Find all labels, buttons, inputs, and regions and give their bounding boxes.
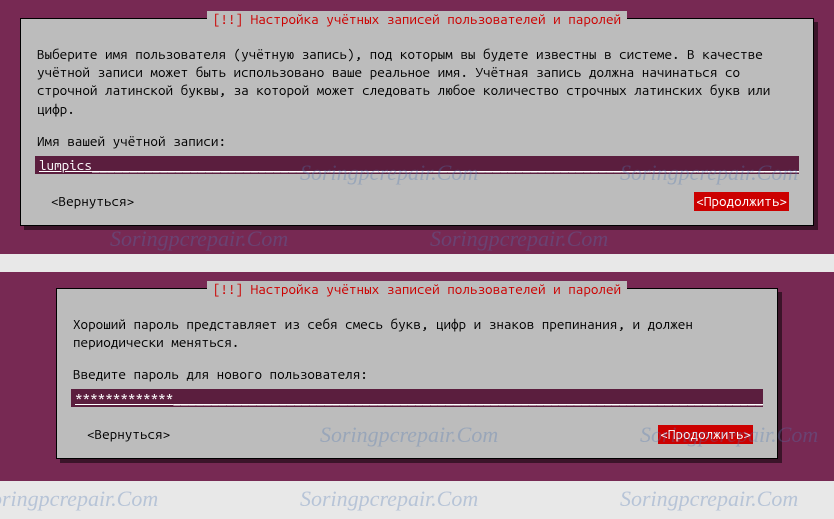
watermark-text: Soringpcrepair.Com bbox=[0, 484, 158, 514]
button-row: <Вернуться> <Продолжить> bbox=[37, 192, 797, 210]
installer-screen-password: [!!] Настройка учётных записей пользоват… bbox=[0, 272, 834, 481]
button-row: <Вернуться> <Продолжить> bbox=[73, 425, 761, 443]
password-prompt-label: Введите пароль для нового пользователя: bbox=[73, 365, 761, 383]
dialog-body-text: Хороший пароль представляет из себя смес… bbox=[73, 315, 761, 351]
continue-button[interactable]: <Продолжить> bbox=[658, 425, 753, 443]
dialog-title-text: [!!] Настройка учётных записей пользоват… bbox=[207, 11, 627, 27]
username-input[interactable]: lumpics bbox=[35, 156, 799, 174]
dialog-title-text: [!!] Настройка учётных записей пользоват… bbox=[207, 281, 627, 297]
username-prompt-label: Имя вашей учётной записи: bbox=[37, 132, 797, 150]
back-button[interactable]: <Вернуться> bbox=[51, 192, 134, 210]
dialog-title: [!!] Настройка учётных записей пользоват… bbox=[21, 10, 813, 28]
separator bbox=[0, 254, 834, 272]
back-button[interactable]: <Вернуться> bbox=[87, 425, 170, 443]
installer-screen-username: [!!] Настройка учётных записей пользоват… bbox=[0, 0, 834, 254]
continue-button[interactable]: <Продолжить> bbox=[694, 192, 789, 210]
dialog-body-text: Выберите имя пользователя (учётную запис… bbox=[37, 45, 797, 118]
watermark-text: Soringpcrepair.Com bbox=[300, 484, 478, 514]
password-input[interactable]: ************* bbox=[71, 389, 763, 407]
dialog-username: [!!] Настройка учётных записей пользоват… bbox=[20, 18, 814, 226]
dialog-title: [!!] Настройка учётных записей пользоват… bbox=[57, 280, 777, 298]
watermark-text: Soringpcrepair.Com bbox=[620, 484, 798, 514]
dialog-password: [!!] Настройка учётных записей пользоват… bbox=[56, 288, 778, 459]
